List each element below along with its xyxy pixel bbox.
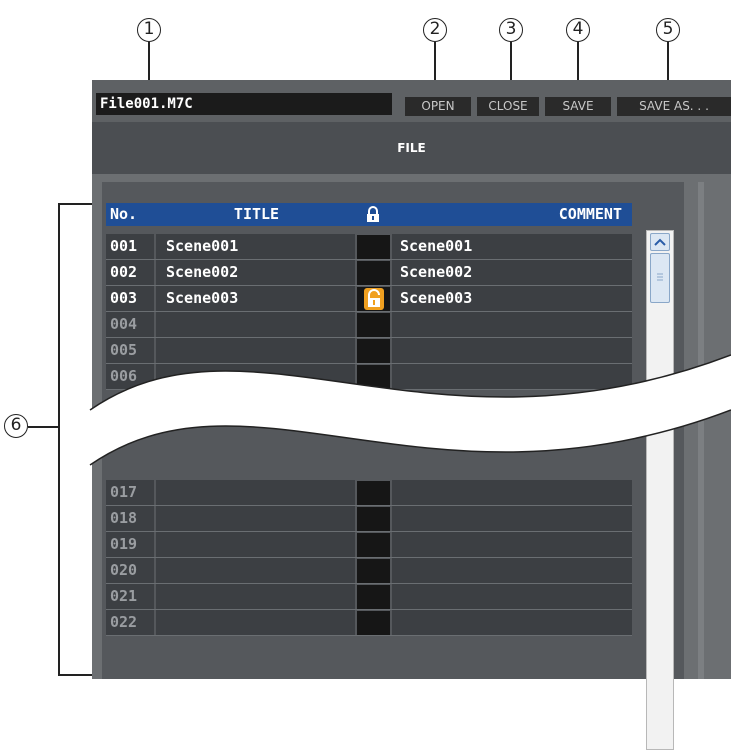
break-mark xyxy=(89,354,731,466)
